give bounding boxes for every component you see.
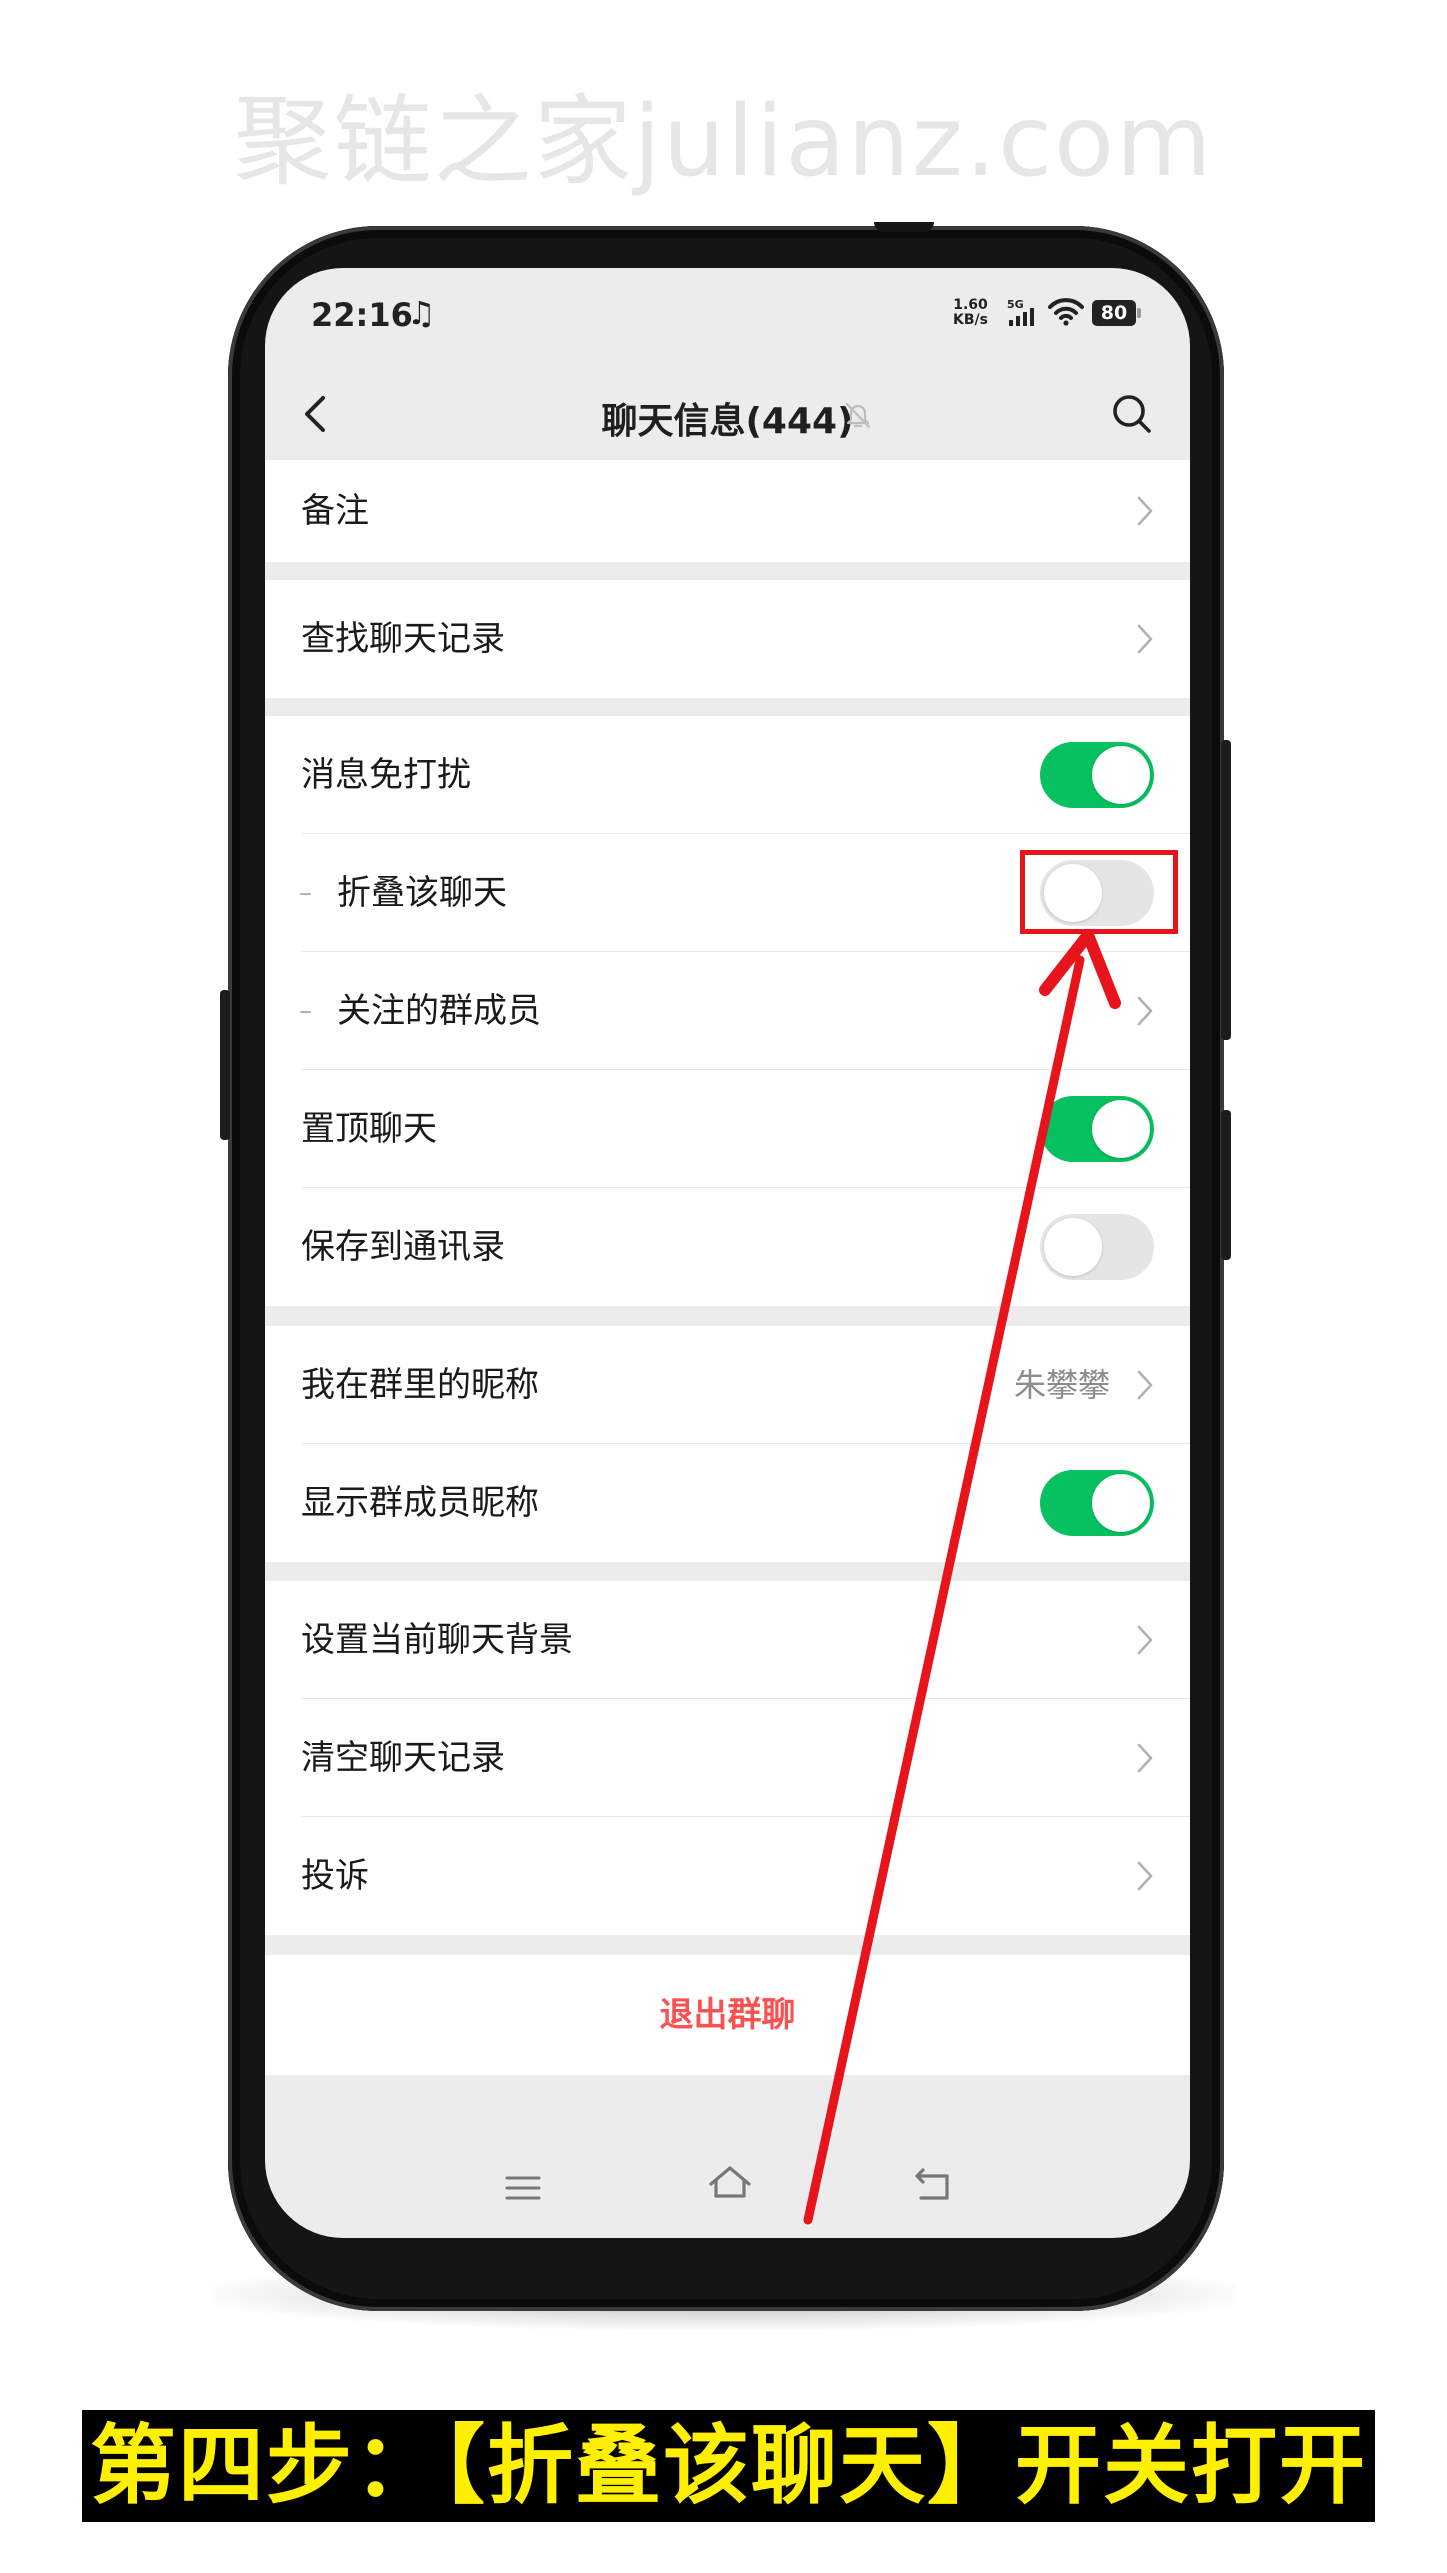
settings-row-pin-chat: 置顶聊天	[265, 1070, 1190, 1188]
settings-group-chat-actions: 设置当前聊天背景 清空聊天记录 投诉	[265, 1581, 1190, 1935]
sub-item-dash: –	[299, 996, 312, 1026]
chevron-right-icon	[1137, 1743, 1153, 1773]
nickname-value: 朱攀攀	[1013, 1366, 1110, 1404]
status-time: 22:16	[311, 296, 413, 334]
settings-group-remark: 备注	[265, 460, 1190, 562]
pin-chat-toggle[interactable]	[1040, 1096, 1154, 1162]
menu-icon[interactable]	[503, 2168, 543, 2208]
phone-notch	[874, 222, 934, 232]
settings-row-my-nickname[interactable]: 我在群里的昵称 朱攀攀	[265, 1326, 1190, 1444]
exit-group-section: 退出群聊	[265, 1955, 1190, 2075]
return-icon[interactable]	[911, 2164, 955, 2204]
page-title: 聊天信息(444)	[601, 401, 854, 442]
row-label: 折叠该聊天	[337, 873, 507, 913]
chevron-right-icon	[1137, 1861, 1153, 1891]
row-label: 显示群成员昵称	[301, 1483, 539, 1523]
settings-row-remark[interactable]: 备注	[265, 460, 1190, 562]
step-caption: 第四步：【折叠该聊天】开关打开	[82, 2410, 1375, 2522]
show-nicknames-toggle[interactable]	[1040, 1470, 1154, 1536]
chevron-right-icon	[1137, 1625, 1153, 1655]
settings-group-notifications: 消息免打扰 – 折叠该聊天 – 关注的群成员 置顶聊天 保存到通讯录	[265, 716, 1190, 1306]
row-label: 我在群里的昵称	[301, 1365, 539, 1405]
mute-toggle[interactable]	[1040, 742, 1154, 808]
system-nav-bar	[265, 2138, 1190, 2238]
settings-group-search: 查找聊天记录	[265, 580, 1190, 698]
toggle-knob	[1044, 1218, 1102, 1276]
annotation-highlight-box	[1020, 850, 1178, 934]
signal-5g-icon: 5G	[1007, 298, 1041, 332]
home-icon[interactable]	[705, 2162, 755, 2206]
network-speed-unit: KB/s	[953, 312, 988, 328]
search-icon[interactable]	[1108, 390, 1156, 442]
settings-row-search-history[interactable]: 查找聊天记录	[265, 580, 1190, 698]
battery-icon: 80	[1092, 300, 1141, 326]
toggle-knob	[1092, 746, 1150, 804]
settings-row-followed-members[interactable]: – 关注的群成员	[265, 952, 1190, 1070]
row-label: 备注	[301, 491, 369, 531]
chevron-right-icon	[1137, 1370, 1153, 1400]
row-label: 消息免打扰	[301, 755, 471, 795]
settings-row-clear-history[interactable]: 清空聊天记录	[265, 1699, 1190, 1817]
chevron-right-icon	[1137, 996, 1153, 1026]
chevron-right-icon	[1137, 496, 1153, 526]
mute-bell-icon	[843, 400, 873, 434]
watermark: 聚链之家julianz.com	[233, 85, 1214, 199]
save-contacts-toggle[interactable]	[1040, 1214, 1154, 1280]
settings-row-save-contacts: 保存到通讯录	[265, 1188, 1190, 1306]
phone-right-button-lower	[1221, 1110, 1231, 1260]
tiktok-icon: ♫	[407, 294, 436, 332]
toggle-knob	[1092, 1100, 1150, 1158]
wifi-icon	[1047, 296, 1085, 330]
settings-row-report[interactable]: 投诉	[265, 1817, 1190, 1935]
row-label: 清空聊天记录	[301, 1738, 505, 1778]
network-type-label: 5G	[1007, 298, 1024, 311]
phone-screen: 22:16 ♫ 1.60 KB/s 5G 80 聊天信息(444) 备注 查找聊…	[265, 268, 1190, 2238]
toggle-knob	[1092, 1474, 1150, 1532]
network-speed: 1.60 KB/s	[953, 298, 988, 328]
chevron-right-icon	[1137, 624, 1153, 654]
phone-right-button-upper	[1221, 740, 1231, 1040]
settings-row-chat-background[interactable]: 设置当前聊天背景	[265, 1581, 1190, 1699]
nav-bar: 聊天信息(444)	[265, 358, 1190, 468]
phone-left-button	[220, 990, 230, 1140]
settings-row-show-nicknames: 显示群成员昵称	[265, 1444, 1190, 1562]
settings-row-mute: 消息免打扰	[265, 716, 1190, 834]
battery-level: 80	[1100, 302, 1128, 324]
row-label: 查找聊天记录	[301, 619, 505, 659]
row-label: 置顶聊天	[301, 1109, 437, 1149]
settings-group-nickname: 我在群里的昵称 朱攀攀 显示群成员昵称	[265, 1326, 1190, 1562]
sub-item-dash: –	[299, 878, 312, 908]
row-label: 保存到通讯录	[301, 1227, 505, 1267]
network-speed-value: 1.60	[953, 297, 988, 313]
row-label: 投诉	[301, 1856, 369, 1896]
row-label: 关注的群成员	[337, 991, 541, 1031]
status-bar: 22:16 ♫ 1.60 KB/s 5G 80	[265, 268, 1190, 348]
exit-group-button[interactable]: 退出群聊	[265, 1955, 1190, 2075]
row-label: 设置当前聊天背景	[301, 1620, 573, 1660]
